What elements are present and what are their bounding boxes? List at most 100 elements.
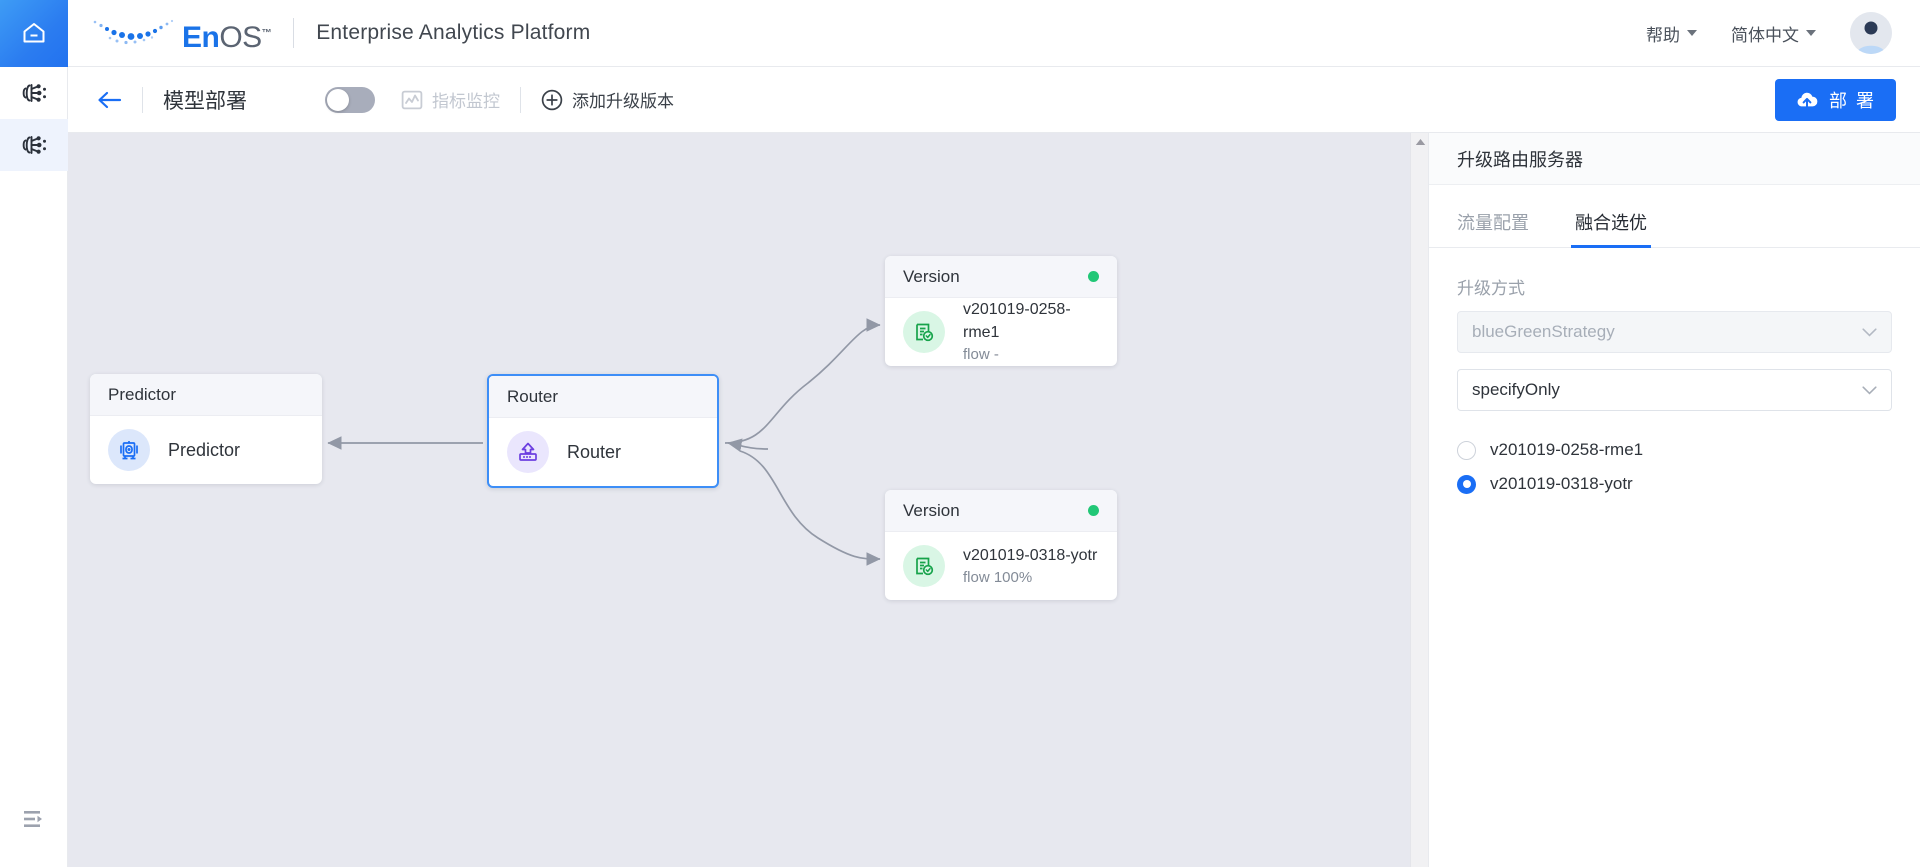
- graph-node-version-2[interactable]: Version v201019-0318-yotr: [885, 490, 1117, 600]
- metric-monitor-action[interactable]: 指标监控: [401, 87, 500, 112]
- toolbar-divider-2: [520, 87, 521, 113]
- node-header-title: Version: [903, 267, 960, 287]
- edge-arrow-into-router-a: [728, 443, 768, 449]
- collapse-sidebar-button[interactable]: [0, 793, 68, 845]
- sidebar-item-deployment[interactable]: [0, 119, 68, 171]
- logo-tm: ™: [262, 28, 272, 39]
- tab-fusion-optimization[interactable]: 融合选优: [1575, 195, 1647, 247]
- radio-icon-checked: [1457, 475, 1476, 494]
- node-body: Router: [489, 418, 717, 486]
- chevron-down-icon: [1687, 30, 1697, 36]
- node-header-title: Version: [903, 501, 960, 521]
- node-header-title: Router: [507, 387, 558, 407]
- deploy-label: 部 署: [1829, 87, 1876, 113]
- scroll-up-button[interactable]: [1411, 133, 1429, 151]
- metric-monitor-label: 指标监控: [432, 87, 500, 112]
- node-badge: [903, 311, 945, 353]
- header-actions: 帮助 简体中文: [1646, 12, 1920, 54]
- node-version-text: v201019-0318-yotr flow 100%: [963, 544, 1097, 589]
- logo-wordmark: EnOS™: [182, 23, 271, 53]
- edge-router-version2: [740, 451, 880, 559]
- sidebar-collapse-area: [0, 793, 68, 845]
- graph-node-version-1[interactable]: Version v201019-0258-rme1: [885, 256, 1117, 366]
- toolbar-divider: [142, 87, 143, 113]
- help-label: 帮助: [1646, 21, 1680, 46]
- model-graph-icon: [20, 131, 48, 159]
- cloud-upload-icon: [1795, 88, 1819, 112]
- logo-os: OS: [219, 21, 261, 54]
- radio-label: v201019-0258-rme1: [1490, 440, 1643, 460]
- language-label: 简体中文: [1731, 21, 1799, 46]
- home-icon: [21, 20, 47, 46]
- chevron-down-icon: [1862, 380, 1877, 400]
- header-divider: [293, 18, 294, 48]
- strategy-select[interactable]: blueGreenStrategy: [1457, 311, 1892, 353]
- model-graph-icon: [20, 79, 48, 107]
- radio-option-version-1[interactable]: v201019-0258-rme1: [1457, 433, 1892, 467]
- language-menu[interactable]: 简体中文: [1731, 21, 1816, 46]
- node-header: Router: [489, 376, 717, 418]
- brand-zone: EnOS™ Enterprise Analytics Platform: [68, 13, 590, 53]
- chevron-down-icon: [1862, 322, 1877, 342]
- page-title: 模型部署: [163, 85, 247, 115]
- status-badge: [1088, 271, 1099, 282]
- node-header: Version: [885, 490, 1117, 532]
- node-badge: [108, 429, 150, 471]
- version-doc-check-icon: [912, 320, 936, 344]
- enos-logo[interactable]: EnOS™: [90, 13, 271, 53]
- radio-option-version-2[interactable]: v201019-0318-yotr: [1457, 467, 1892, 501]
- node-body: v201019-0258-rme1 flow -: [885, 298, 1117, 366]
- upgrade-mode-field: 升级方式 blueGreenStrategy specifyOnly: [1429, 274, 1920, 411]
- back-button[interactable]: [96, 89, 122, 111]
- toggle-knob: [327, 89, 349, 111]
- deployment-canvas[interactable]: Predictor Predictor: [68, 133, 1428, 867]
- node-body: Predictor: [90, 416, 322, 484]
- node-header-title: Predictor: [108, 385, 176, 405]
- radio-label: v201019-0318-yotr: [1490, 474, 1633, 494]
- node-badge: [507, 431, 549, 473]
- panel-title: 升级路由服务器: [1429, 133, 1920, 185]
- deploy-button[interactable]: 部 署: [1775, 79, 1896, 121]
- chart-monitor-icon: [401, 89, 423, 111]
- panel-tabs: 流量配置 融合选优: [1429, 195, 1920, 248]
- right-panel: 升级路由服务器 流量配置 融合选优 升级方式 blueGreenStrategy…: [1428, 133, 1920, 867]
- canvas-scrollbar[interactable]: [1410, 133, 1428, 867]
- node-badge: [903, 545, 945, 587]
- graph-node-router[interactable]: Router Rout: [487, 374, 719, 488]
- node-version-text: v201019-0258-rme1 flow -: [963, 298, 1099, 366]
- node-label: Router: [567, 442, 621, 463]
- upgrade-mode-label: 升级方式: [1457, 274, 1892, 299]
- node-version-name: v201019-0318-yotr: [963, 544, 1097, 567]
- arrow-left-icon: [96, 89, 122, 111]
- specify-select-value: specifyOnly: [1472, 380, 1560, 400]
- node-version-name: v201019-0258-rme1: [963, 298, 1099, 344]
- radio-icon: [1457, 441, 1476, 460]
- add-upgrade-version-label: 添加升级版本: [572, 87, 674, 112]
- specify-select[interactable]: specifyOnly: [1457, 369, 1892, 411]
- plus-circle-icon: [541, 89, 563, 111]
- add-upgrade-version-action[interactable]: 添加升级版本: [541, 87, 674, 112]
- node-version-flow: flow -: [963, 344, 1099, 366]
- tab-traffic-config[interactable]: 流量配置: [1457, 195, 1529, 247]
- node-header: Predictor: [90, 374, 322, 416]
- home-button[interactable]: [0, 0, 68, 67]
- left-sidebar: [0, 67, 68, 867]
- graph-node-predictor[interactable]: Predictor Predictor: [90, 374, 322, 484]
- predictor-icon: [117, 438, 141, 462]
- monitor-toggle[interactable]: [325, 87, 375, 113]
- edge-router-version1: [725, 325, 880, 443]
- sidebar-item-models[interactable]: [0, 67, 68, 119]
- scroll-up-arrow-icon: [1415, 138, 1426, 146]
- avatar[interactable]: [1850, 12, 1892, 54]
- strategy-select-value: blueGreenStrategy: [1472, 322, 1615, 342]
- version-radio-group: v201019-0258-rme1 v201019-0318-yotr: [1429, 411, 1920, 501]
- collapse-sidebar-icon: [22, 809, 46, 829]
- version-doc-check-icon: [912, 554, 936, 578]
- node-version-flow: flow 100%: [963, 567, 1097, 589]
- node-body: v201019-0318-yotr flow 100%: [885, 532, 1117, 600]
- chevron-down-icon: [1806, 30, 1816, 36]
- node-label: Predictor: [168, 440, 240, 461]
- help-menu[interactable]: 帮助: [1646, 21, 1697, 46]
- node-header: Version: [885, 256, 1117, 298]
- router-icon: [516, 440, 540, 464]
